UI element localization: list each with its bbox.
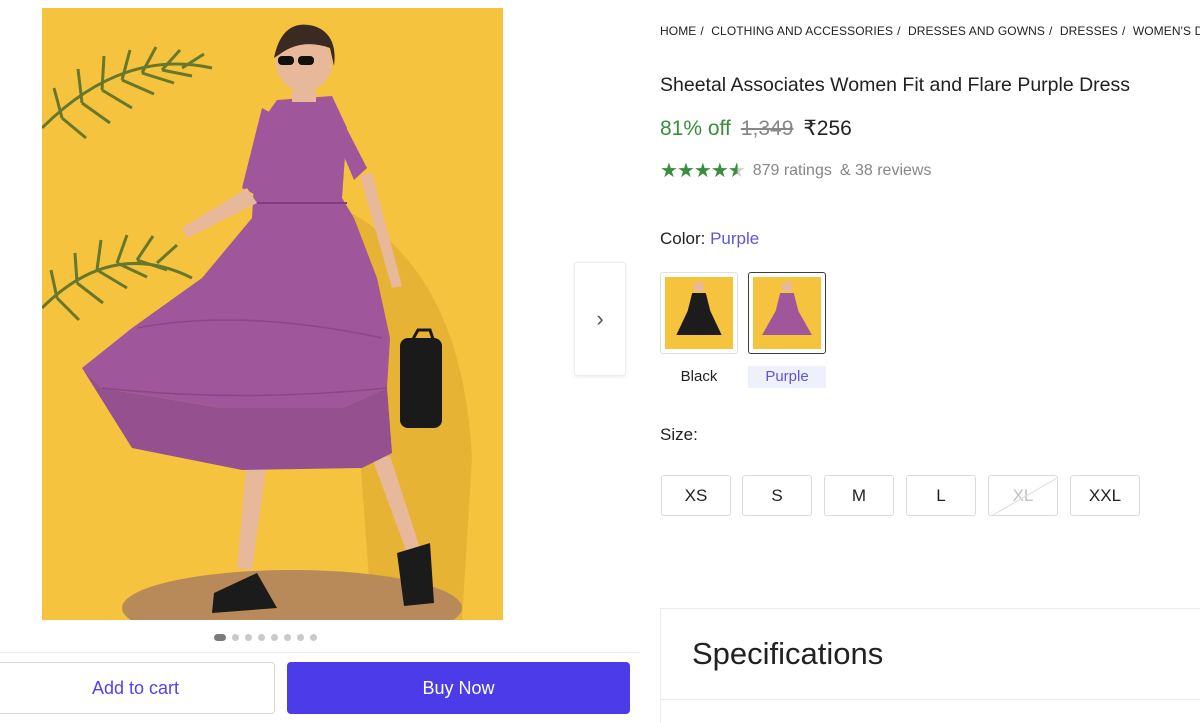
ratings-count: 879 ratings — [752, 161, 832, 179]
original-price: 1,349 — [740, 117, 794, 140]
divider — [660, 699, 1200, 700]
product-title: Sheetal Associates Women Fit and Flare P… — [660, 74, 1131, 96]
carousel-dot[interactable] — [214, 634, 226, 641]
breadcrumb: HOME / CLOTHING AND ACCESSORIES / DRESSES … — [660, 24, 1200, 38]
star-icon: ★ — [693, 160, 712, 182]
size-option-xl-unavailable: XL — [988, 475, 1058, 516]
product-photo-illustration — [42, 8, 503, 620]
half-star-icon: ★ — [727, 160, 746, 182]
selling-price: ₹256 — [803, 117, 852, 140]
next-image-button[interactable]: › — [574, 262, 626, 376]
product-image[interactable] — [42, 8, 503, 620]
breadcrumb-item[interactable]: DRESSES AND GOWNS — [908, 24, 1045, 38]
selected-color: Purple — [710, 229, 760, 248]
discount-percent: 81% off — [660, 117, 731, 140]
color-label-text: Color: — [660, 229, 706, 248]
carousel-dot[interactable] — [232, 634, 239, 641]
chevron-right-icon: › — [596, 306, 604, 331]
breadcrumb-item[interactable]: HOME — [660, 24, 696, 38]
breadcrumb-separator: / — [897, 24, 901, 38]
carousel-dot[interactable] — [297, 634, 304, 641]
image-carousel-dots — [214, 634, 317, 641]
swatch-thumbnail — [753, 277, 821, 349]
star-icon: ★ — [710, 160, 729, 182]
swatch-thumbnail — [665, 277, 733, 349]
size-option-m[interactable]: M — [824, 475, 894, 516]
specifications-heading[interactable]: Specifications — [692, 636, 883, 672]
breadcrumb-item[interactable]: DRESSES — [1060, 24, 1118, 38]
star-icon: ★ — [676, 160, 695, 182]
color-swatch-black[interactable] — [660, 272, 738, 354]
star-rating: ★ ★ ★ ★ ★ — [660, 158, 746, 183]
size-option-xs[interactable]: XS — [661, 475, 731, 516]
swatch-label-purple: Purple — [748, 366, 826, 388]
breadcrumb-item[interactable]: CLOTHING AND ACCESSORIES — [711, 24, 893, 38]
carousel-dot[interactable] — [284, 634, 291, 641]
reviews-count: & 38 reviews — [839, 161, 932, 179]
size-option-s[interactable]: S — [742, 475, 812, 516]
price-row: 81% off 1,349 ₹256 — [660, 116, 852, 141]
breadcrumb-separator: / — [1049, 24, 1053, 38]
color-label: Color: Purple — [660, 229, 759, 249]
star-icon: ★ — [660, 160, 678, 182]
swatch-label-black: Black — [680, 368, 718, 385]
carousel-dot[interactable] — [310, 634, 317, 641]
size-option-xxl[interactable]: XXL — [1070, 475, 1140, 516]
size-option-l[interactable]: L — [906, 475, 976, 516]
carousel-dot[interactable] — [271, 634, 278, 641]
carousel-dot[interactable] — [245, 634, 252, 641]
breadcrumb-item[interactable]: WOMEN'S D — [1133, 24, 1200, 38]
color-swatch-purple[interactable] — [748, 272, 826, 354]
breadcrumb-separator: / — [700, 24, 704, 38]
product-page: › Add to cart Buy Now HOME / CLOTHING AND… — [0, 0, 1200, 723]
carousel-dot[interactable] — [258, 634, 265, 641]
buy-now-button[interactable]: Buy Now — [287, 662, 630, 714]
add-to-cart-button[interactable]: Add to cart — [0, 662, 275, 714]
size-label: Size: — [660, 425, 698, 444]
divider — [0, 652, 640, 653]
rating-summary[interactable]: ★ ★ ★ ★ ★ 879 ratings & 38 reviews — [660, 158, 931, 183]
breadcrumb-separator: / — [1121, 24, 1126, 38]
